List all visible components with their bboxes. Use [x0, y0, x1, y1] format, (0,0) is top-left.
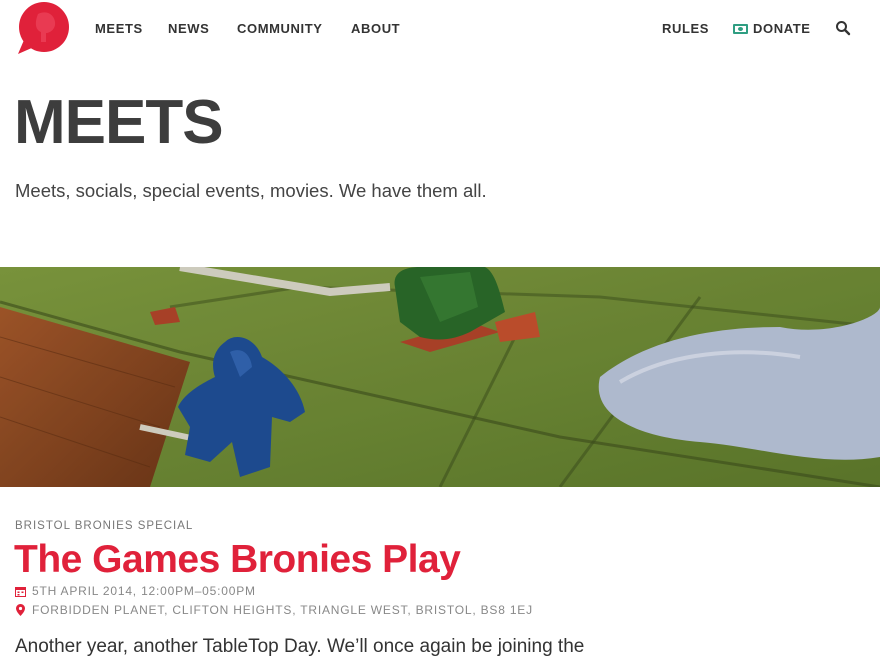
hero-image[interactable]	[0, 267, 880, 487]
nav-news[interactable]: NEWS	[168, 21, 209, 36]
banknote-icon	[733, 23, 748, 34]
page-title: MEETS	[14, 88, 224, 157]
nav-meets[interactable]: MEETS	[95, 21, 143, 36]
nav-rules[interactable]: RULES	[662, 21, 709, 36]
article-category: BRISTOL BRONIES SPECIAL	[15, 520, 194, 532]
page-subtitle: Meets, socials, special events, movies. …	[15, 180, 487, 201]
nav-community[interactable]: COMMUNITY	[237, 21, 323, 36]
nav-about[interactable]: ABOUT	[351, 21, 400, 36]
search-button[interactable]	[835, 20, 851, 36]
event-location: FORBIDDEN PLANET, CLIFTON HEIGHTS, TRIAN…	[15, 603, 533, 617]
speech-bubble-logo-icon	[18, 2, 69, 54]
map-pin-icon	[15, 604, 26, 616]
event-location-text: FORBIDDEN PLANET, CLIFTON HEIGHTS, TRIAN…	[32, 603, 533, 617]
donate-label: DONATE	[753, 21, 811, 36]
site-logo[interactable]	[16, 2, 70, 56]
article-title-link[interactable]: The Games Bronies Play	[14, 538, 461, 582]
article-excerpt: Another year, another TableTop Day. We’l…	[15, 636, 585, 657]
calendar-icon	[15, 586, 26, 597]
site-header: MEETS NEWS COMMUNITY ABOUT RULES DONATE	[0, 0, 880, 56]
search-icon	[836, 21, 851, 36]
board-game-photo	[0, 267, 880, 487]
donate-button[interactable]: DONATE	[733, 21, 811, 36]
event-date: 5TH APRIL 2014, 12:00PM–05:00PM	[15, 584, 256, 598]
event-date-text: 5TH APRIL 2014, 12:00PM–05:00PM	[32, 584, 256, 598]
